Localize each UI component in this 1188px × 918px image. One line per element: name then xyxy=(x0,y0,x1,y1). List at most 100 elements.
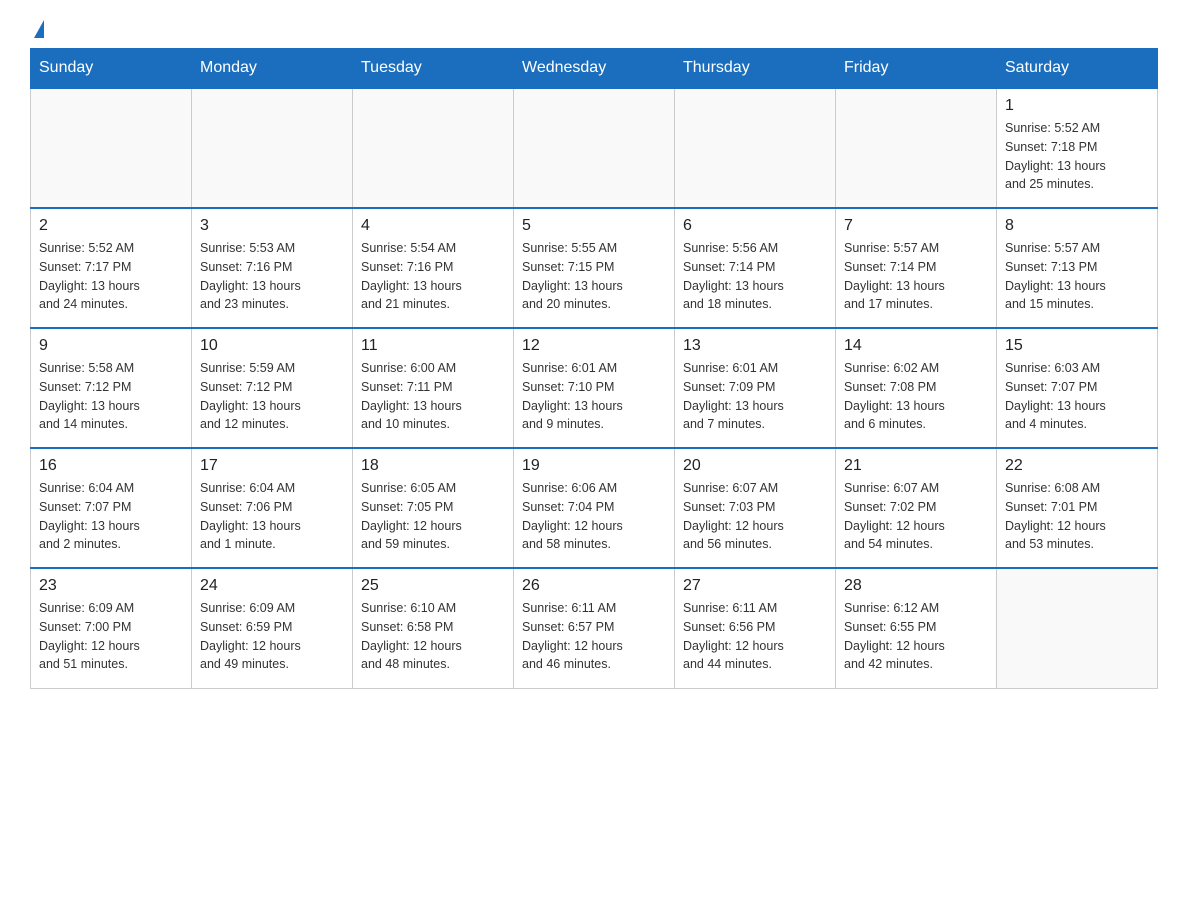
day-number: 6 xyxy=(683,217,827,235)
calendar-day-cell xyxy=(836,88,997,208)
day-number: 23 xyxy=(39,577,183,595)
calendar-day-cell xyxy=(675,88,836,208)
calendar-day-cell: 17 Sunrise: 6:04 AMSunset: 7:06 PMDayligh… xyxy=(192,448,353,568)
day-number: 10 xyxy=(200,337,344,355)
day-number: 13 xyxy=(683,337,827,355)
calendar-day-cell: 10 Sunrise: 5:59 AMSunset: 7:12 PMDayligh… xyxy=(192,328,353,448)
day-info: Sunrise: 6:11 AMSunset: 6:57 PMDaylight:… xyxy=(522,599,666,674)
day-info: Sunrise: 6:01 AMSunset: 7:10 PMDaylight:… xyxy=(522,359,666,434)
day-number: 20 xyxy=(683,457,827,475)
calendar-day-cell: 28 Sunrise: 6:12 AMSunset: 6:55 PMDayligh… xyxy=(836,568,997,688)
page-header xyxy=(30,20,1158,38)
calendar-day-cell: 7 Sunrise: 5:57 AMSunset: 7:14 PMDaylight… xyxy=(836,208,997,328)
calendar-day-cell: 6 Sunrise: 5:56 AMSunset: 7:14 PMDaylight… xyxy=(675,208,836,328)
day-info: Sunrise: 6:12 AMSunset: 6:55 PMDaylight:… xyxy=(844,599,988,674)
calendar-day-cell: 21 Sunrise: 6:07 AMSunset: 7:02 PMDayligh… xyxy=(836,448,997,568)
day-number: 8 xyxy=(1005,217,1149,235)
calendar-day-cell xyxy=(997,568,1158,688)
calendar-day-cell: 13 Sunrise: 6:01 AMSunset: 7:09 PMDayligh… xyxy=(675,328,836,448)
day-number: 5 xyxy=(522,217,666,235)
day-number: 25 xyxy=(361,577,505,595)
calendar-day-cell: 26 Sunrise: 6:11 AMSunset: 6:57 PMDayligh… xyxy=(514,568,675,688)
day-number: 9 xyxy=(39,337,183,355)
calendar-day-cell: 1 Sunrise: 5:52 AMSunset: 7:18 PMDaylight… xyxy=(997,88,1158,208)
day-info: Sunrise: 6:08 AMSunset: 7:01 PMDaylight:… xyxy=(1005,479,1149,554)
day-number: 22 xyxy=(1005,457,1149,475)
calendar-weekday-header: Sunday xyxy=(31,49,192,89)
day-info: Sunrise: 6:11 AMSunset: 6:56 PMDaylight:… xyxy=(683,599,827,674)
day-info: Sunrise: 6:06 AMSunset: 7:04 PMDaylight:… xyxy=(522,479,666,554)
day-number: 15 xyxy=(1005,337,1149,355)
day-info: Sunrise: 6:07 AMSunset: 7:02 PMDaylight:… xyxy=(844,479,988,554)
calendar-day-cell: 14Sunrise: 6:02 AMSunset: 7:08 PMDayligh… xyxy=(836,328,997,448)
day-number: 16 xyxy=(39,457,183,475)
day-info: Sunrise: 5:53 AMSunset: 7:16 PMDaylight:… xyxy=(200,239,344,314)
calendar-day-cell xyxy=(192,88,353,208)
day-info: Sunrise: 6:09 AMSunset: 6:59 PMDaylight:… xyxy=(200,599,344,674)
calendar-table: SundayMondayTuesdayWednesdayThursdayFrid… xyxy=(30,48,1158,689)
day-number: 24 xyxy=(200,577,344,595)
calendar-day-cell: 20Sunrise: 6:07 AMSunset: 7:03 PMDayligh… xyxy=(675,448,836,568)
day-info: Sunrise: 6:01 AMSunset: 7:09 PMDaylight:… xyxy=(683,359,827,434)
logo-triangle-icon xyxy=(34,20,44,38)
calendar-day-cell: 23 Sunrise: 6:09 AMSunset: 7:00 PMDayligh… xyxy=(31,568,192,688)
day-info: Sunrise: 5:52 AMSunset: 7:18 PMDaylight:… xyxy=(1005,119,1149,194)
day-number: 4 xyxy=(361,217,505,235)
day-info: Sunrise: 5:55 AMSunset: 7:15 PMDaylight:… xyxy=(522,239,666,314)
day-number: 1 xyxy=(1005,97,1149,115)
calendar-day-cell: 22 Sunrise: 6:08 AMSunset: 7:01 PMDayligh… xyxy=(997,448,1158,568)
day-info: Sunrise: 5:58 AMSunset: 7:12 PMDaylight:… xyxy=(39,359,183,434)
day-number: 18 xyxy=(361,457,505,475)
calendar-week-row: 1 Sunrise: 5:52 AMSunset: 7:18 PMDaylight… xyxy=(31,88,1158,208)
calendar-day-cell xyxy=(353,88,514,208)
calendar-week-row: 9 Sunrise: 5:58 AMSunset: 7:12 PMDaylight… xyxy=(31,328,1158,448)
day-number: 7 xyxy=(844,217,988,235)
day-info: Sunrise: 5:59 AMSunset: 7:12 PMDaylight:… xyxy=(200,359,344,434)
calendar-day-cell: 18 Sunrise: 6:05 AMSunset: 7:05 PMDayligh… xyxy=(353,448,514,568)
calendar-weekday-header: Wednesday xyxy=(514,49,675,89)
calendar-day-cell: 8 Sunrise: 5:57 AMSunset: 7:13 PMDaylight… xyxy=(997,208,1158,328)
day-number: 26 xyxy=(522,577,666,595)
day-info: Sunrise: 5:57 AMSunset: 7:13 PMDaylight:… xyxy=(1005,239,1149,314)
day-number: 21 xyxy=(844,457,988,475)
logo xyxy=(30,20,44,38)
day-info: Sunrise: 5:54 AMSunset: 7:16 PMDaylight:… xyxy=(361,239,505,314)
day-number: 3 xyxy=(200,217,344,235)
day-number: 27 xyxy=(683,577,827,595)
day-number: 17 xyxy=(200,457,344,475)
calendar-day-cell: 24 Sunrise: 6:09 AMSunset: 6:59 PMDayligh… xyxy=(192,568,353,688)
day-info: Sunrise: 6:05 AMSunset: 7:05 PMDaylight:… xyxy=(361,479,505,554)
day-info: Sunrise: 6:09 AMSunset: 7:00 PMDaylight:… xyxy=(39,599,183,674)
calendar-day-cell: 9 Sunrise: 5:58 AMSunset: 7:12 PMDaylight… xyxy=(31,328,192,448)
day-info: Sunrise: 5:52 AMSunset: 7:17 PMDaylight:… xyxy=(39,239,183,314)
day-info: Sunrise: 6:04 AMSunset: 7:07 PMDaylight:… xyxy=(39,479,183,554)
day-number: 14 xyxy=(844,337,988,355)
calendar-day-cell: 19 Sunrise: 6:06 AMSunset: 7:04 PMDayligh… xyxy=(514,448,675,568)
calendar-day-cell: 4 Sunrise: 5:54 AMSunset: 7:16 PMDaylight… xyxy=(353,208,514,328)
day-number: 28 xyxy=(844,577,988,595)
day-info: Sunrise: 5:57 AMSunset: 7:14 PMDaylight:… xyxy=(844,239,988,314)
day-info: Sunrise: 6:10 AMSunset: 6:58 PMDaylight:… xyxy=(361,599,505,674)
day-number: 19 xyxy=(522,457,666,475)
calendar-day-cell: 15 Sunrise: 6:03 AMSunset: 7:07 PMDayligh… xyxy=(997,328,1158,448)
day-info: Sunrise: 6:03 AMSunset: 7:07 PMDaylight:… xyxy=(1005,359,1149,434)
calendar-week-row: 23 Sunrise: 6:09 AMSunset: 7:00 PMDayligh… xyxy=(31,568,1158,688)
day-number: 11 xyxy=(361,337,505,355)
calendar-day-cell xyxy=(31,88,192,208)
day-info: Sunrise: 5:56 AMSunset: 7:14 PMDaylight:… xyxy=(683,239,827,314)
calendar-day-cell xyxy=(514,88,675,208)
day-info: Sunrise: 6:00 AMSunset: 7:11 PMDaylight:… xyxy=(361,359,505,434)
calendar-day-cell: 12 Sunrise: 6:01 AMSunset: 7:10 PMDayligh… xyxy=(514,328,675,448)
calendar-week-row: 16 Sunrise: 6:04 AMSunset: 7:07 PMDayligh… xyxy=(31,448,1158,568)
calendar-weekday-header: Thursday xyxy=(675,49,836,89)
day-number: 12 xyxy=(522,337,666,355)
calendar-week-row: 2 Sunrise: 5:52 AMSunset: 7:17 PMDaylight… xyxy=(31,208,1158,328)
calendar-weekday-header: Friday xyxy=(836,49,997,89)
calendar-weekday-header: Monday xyxy=(192,49,353,89)
calendar-day-cell: 2 Sunrise: 5:52 AMSunset: 7:17 PMDaylight… xyxy=(31,208,192,328)
calendar-weekday-header: Tuesday xyxy=(353,49,514,89)
calendar-day-cell: 25 Sunrise: 6:10 AMSunset: 6:58 PMDayligh… xyxy=(353,568,514,688)
day-info: Sunrise: 6:04 AMSunset: 7:06 PMDaylight:… xyxy=(200,479,344,554)
calendar-day-cell: 11 Sunrise: 6:00 AMSunset: 7:11 PMDayligh… xyxy=(353,328,514,448)
day-number: 2 xyxy=(39,217,183,235)
